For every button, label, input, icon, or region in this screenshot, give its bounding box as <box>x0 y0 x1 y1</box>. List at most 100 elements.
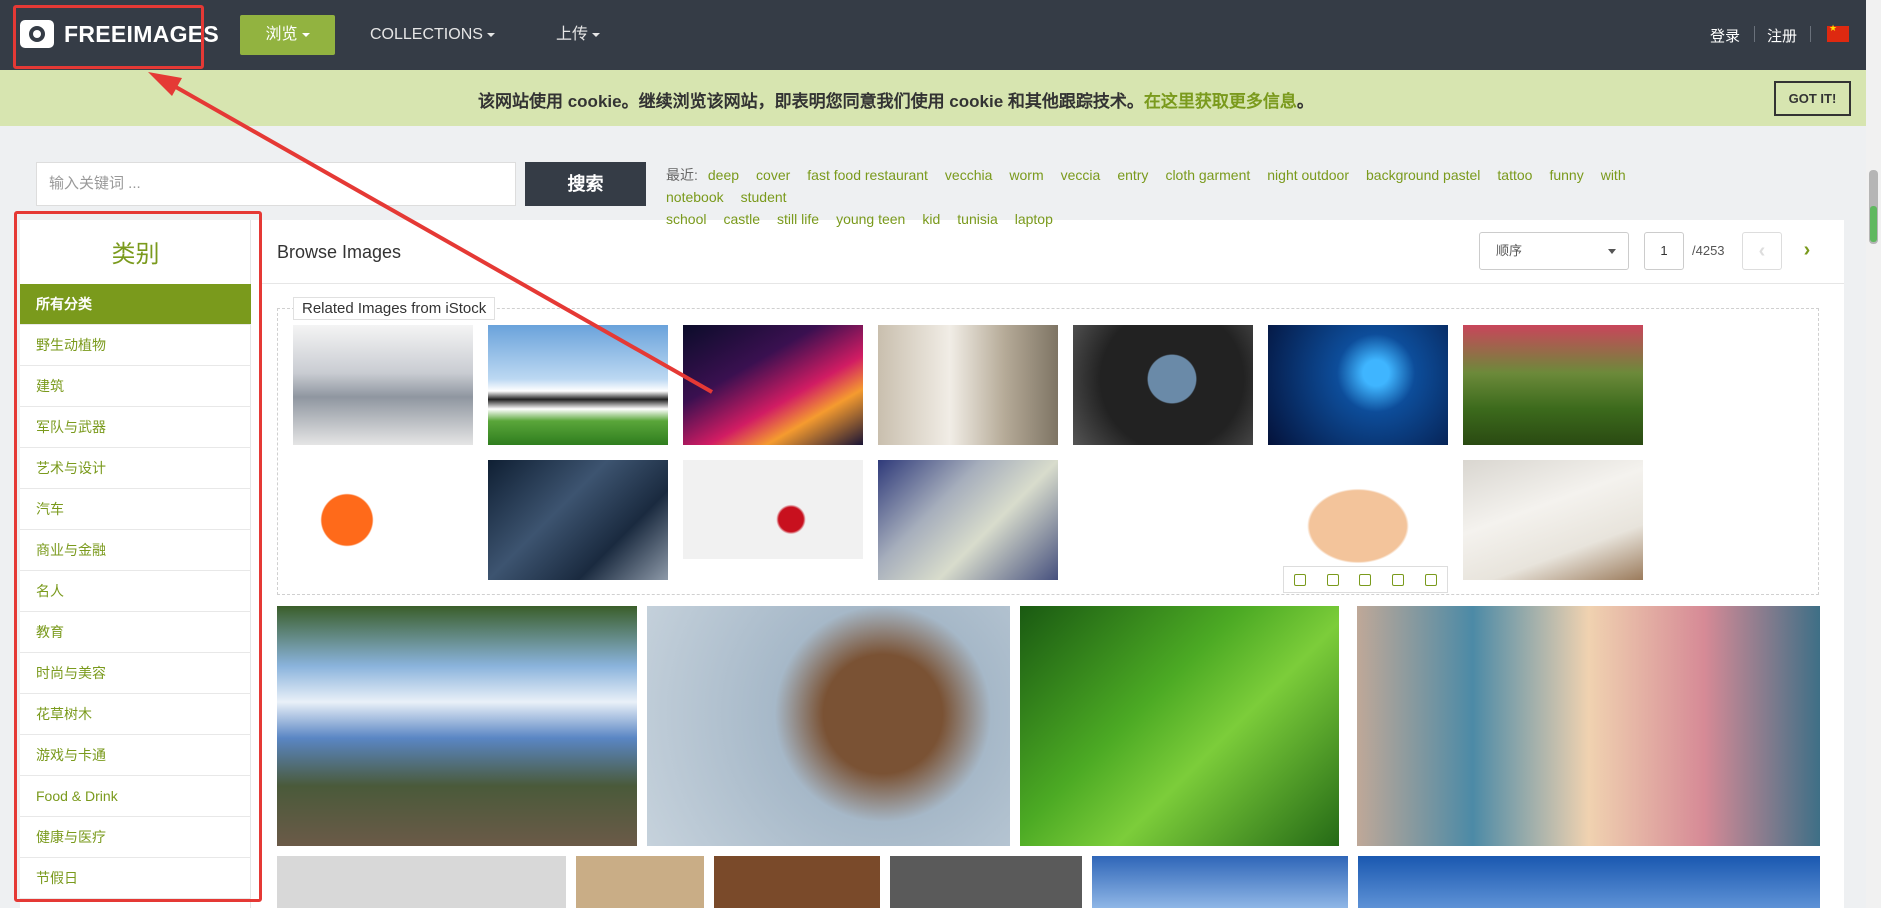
recent-tag[interactable]: laptop <box>1015 211 1053 227</box>
category-item[interactable]: 时尚与美容 <box>20 653 251 694</box>
copy-icon[interactable] <box>1294 573 1307 586</box>
chevron-down-icon <box>486 32 495 37</box>
share-icon[interactable] <box>1392 573 1405 586</box>
category-item[interactable]: Food & Drink <box>20 776 251 817</box>
got-it-button[interactable]: GOT IT! <box>1774 81 1851 116</box>
car-gps-image[interactable] <box>1073 325 1253 445</box>
category-item[interactable]: 节假日 <box>20 858 251 899</box>
category-item[interactable]: 汽车 <box>20 489 251 530</box>
mountain-image[interactable] <box>1358 856 1820 908</box>
newspapers-image[interactable] <box>293 325 473 445</box>
recent-tag[interactable]: worm <box>1009 167 1043 183</box>
recent-tag[interactable]: vecchia <box>945 167 992 183</box>
recent-tag[interactable]: tunisia <box>957 211 997 227</box>
gallery-image[interactable] <box>277 856 566 908</box>
fiber-optics-image[interactable] <box>1268 325 1448 445</box>
category-item[interactable]: 教育 <box>20 612 251 653</box>
recent-label: 最近: <box>666 167 698 183</box>
gallery-image[interactable] <box>576 856 704 908</box>
search-input[interactable]: 输入关键词 ... <box>36 162 516 206</box>
browse-title: Browse Images <box>277 242 402 262</box>
category-item[interactable]: 建筑 <box>20 366 251 407</box>
mountain-image[interactable] <box>1092 856 1348 908</box>
expand-icon[interactable] <box>1326 573 1339 586</box>
phone-message-image[interactable] <box>878 460 1058 580</box>
save-icon[interactable] <box>1359 573 1372 586</box>
order-select[interactable]: 顺序 <box>1479 232 1629 270</box>
christmas-ornament-image[interactable] <box>683 460 863 559</box>
recent-tag[interactable]: still life <box>777 211 819 227</box>
ticket-image[interactable] <box>1268 460 1448 580</box>
chevron-down-icon <box>301 32 310 37</box>
category-item[interactable]: 花草树木 <box>20 694 251 735</box>
page-total: /4253 <box>1692 243 1725 258</box>
telephone-image[interactable] <box>293 460 473 580</box>
category-item[interactable]: 野生动植物 <box>20 325 251 366</box>
cars-row-image[interactable] <box>488 460 668 580</box>
next-page-button[interactable]: › <box>1787 232 1827 270</box>
camera-icon <box>20 20 54 48</box>
category-sidebar: 类别 所有分类 野生动植物 建筑 军队与武器 艺术与设计 汽车 商业与金融 名人… <box>20 220 251 908</box>
image-toolbar <box>1283 566 1448 593</box>
recent-tag[interactable]: cloth garment <box>1165 167 1250 183</box>
garden-fork-image[interactable] <box>1463 325 1643 445</box>
cookie-message: 该网站使用 cookie。继续浏览该网站，即表明您同意我们使用 cookie 和… <box>478 87 1314 112</box>
signing-document-image[interactable] <box>1463 460 1643 580</box>
recent-tag[interactable]: fast food restaurant <box>807 167 928 183</box>
recent-tag[interactable]: background pastel <box>1366 167 1480 183</box>
search-button[interactable]: 搜索 <box>525 162 646 206</box>
recent-tag[interactable]: young teen <box>836 211 905 227</box>
recent-tag[interactable]: entry <box>1117 167 1148 183</box>
category-item[interactable]: 商业与金融 <box>20 530 251 571</box>
collections-menu[interactable]: COLLECTIONS <box>370 15 495 55</box>
street-walk-image[interactable] <box>878 325 1058 445</box>
recent-tag[interactable]: deep <box>708 167 739 183</box>
recent-tag[interactable]: school <box>666 211 706 227</box>
pattern-swatches-image[interactable] <box>1357 606 1820 846</box>
site-logo[interactable]: FREEIMAGES <box>20 12 219 56</box>
recent-tag[interactable]: funny <box>1549 167 1583 183</box>
cookie-info-link[interactable]: 在这里获取更多信息 <box>1144 92 1297 111</box>
puppy-image[interactable] <box>714 856 880 908</box>
cookie-text: 该网站使用 cookie。继续浏览该网站，即表明您同意我们使用 cookie 和… <box>478 92 1144 111</box>
scroll-indicator-icon <box>1870 206 1877 242</box>
recent-searches: 最近: deep cover fast food restaurant vecchia w… <box>666 164 1746 230</box>
recent-tag[interactable]: kid <box>922 211 940 227</box>
page-scrollbar[interactable] <box>1866 0 1881 908</box>
category-item[interactable]: 游戏与卡通 <box>20 735 251 776</box>
upload-menu[interactable]: 上传 <box>556 15 601 55</box>
prev-page-button[interactable]: ‹ <box>1742 232 1782 270</box>
browse-label: 浏览 <box>265 26 298 43</box>
recent-tag[interactable]: veccia <box>1061 167 1101 183</box>
cookie-text-end: 。 <box>1296 92 1314 111</box>
cliffs-sky-image[interactable] <box>277 606 637 846</box>
category-item[interactable]: 健康与医疗 <box>20 817 251 858</box>
related-images-label: Related Images from iStock <box>293 297 496 320</box>
category-item[interactable]: 军队与武器 <box>20 407 251 448</box>
nav-divider <box>1810 26 1811 42</box>
category-item[interactable]: 名人 <box>20 571 251 612</box>
light-trails-image[interactable] <box>683 325 863 445</box>
page-number-input[interactable]: 1 <box>1644 232 1684 270</box>
category-item-all[interactable]: 所有分类 <box>20 284 251 325</box>
category-item[interactable]: 艺术与设计 <box>20 448 251 489</box>
logo-text: FREEIMAGES <box>64 20 220 47</box>
register-link[interactable]: 注册 <box>1767 25 1797 46</box>
login-link[interactable]: 登录 <box>1710 25 1740 46</box>
browse-menu[interactable]: 浏览 <box>240 15 335 55</box>
cookie-banner: 该网站使用 cookie。继续浏览该网站，即表明您同意我们使用 cookie 和… <box>0 70 1866 126</box>
pug-image[interactable] <box>890 856 1082 908</box>
green-leaves-image[interactable] <box>1020 606 1339 846</box>
china-flag-icon[interactable] <box>1827 23 1849 42</box>
settings-icon[interactable] <box>1424 573 1437 586</box>
recent-tag[interactable]: cover <box>756 167 790 183</box>
header-divider <box>262 283 1844 284</box>
soccer-ball-image[interactable] <box>488 325 668 445</box>
recent-tag[interactable]: night outdoor <box>1267 167 1349 183</box>
recent-tag[interactable]: castle <box>723 211 760 227</box>
upload-label: 上传 <box>556 26 589 43</box>
recent-tag[interactable]: student <box>741 189 787 205</box>
recent-tag[interactable]: tattoo <box>1497 167 1532 183</box>
chevron-down-icon <box>592 32 601 37</box>
pine-cones-image[interactable] <box>647 606 1010 846</box>
